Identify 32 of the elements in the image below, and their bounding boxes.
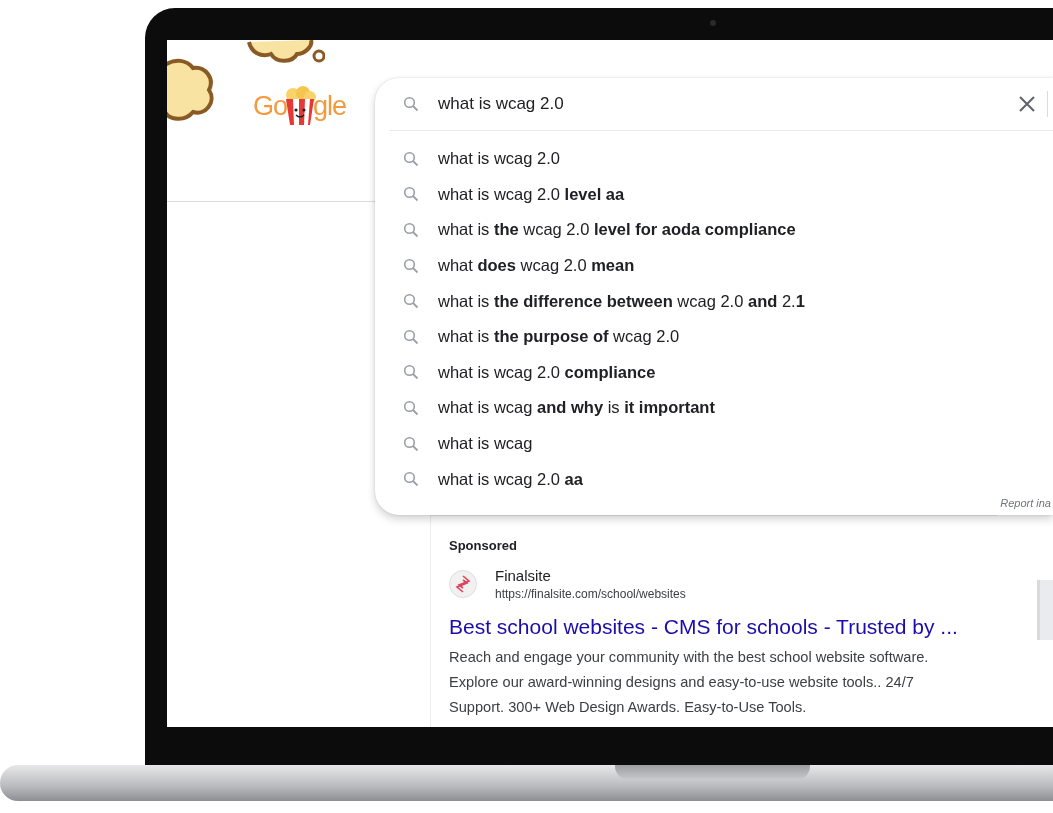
site-url[interactable]: https://finalsite.com/school/websites [495,587,686,601]
suggestion-item[interactable]: what is wcag 2.0 aa [438,469,583,489]
ad-description: Reach and engage your community with the best school website software. Explore our award-winning designs and easy-to-use website tools.. 24/7 Support. 300+ Web Design Awards. Easy-to-Use Tools. [449,648,930,717]
search-icon [403,150,419,167]
search-icon [403,435,419,452]
search-icon [403,186,419,203]
search-field[interactable]: what is wcag 2.0 [438,94,998,114]
sponsored-label: Sponsored [449,538,518,553]
search-icon [403,364,419,381]
search-icon [403,257,419,274]
suggestion-item[interactable]: what is the difference between wcag 2.0 and 2.1 [438,291,805,311]
suggestion-item[interactable]: what is the purpose of wcag 2.0 [438,327,680,347]
ad-title-link[interactable]: Best school websites - CMS for schools - Trusted by ... [449,615,998,639]
suggestion-item[interactable]: what is wcag 2.0 [438,149,560,169]
site-logo-icon [449,570,477,598]
close-icon[interactable] [1019,96,1035,112]
report-link[interactable]: Report ina [1000,497,1051,509]
search-icon [403,328,419,345]
suggestion-item[interactable]: what is wcag and why is it important [438,398,715,418]
camera-icon [710,20,716,26]
site-name: Finalsite [495,567,552,584]
search-icon [403,471,419,488]
search-icon [403,293,419,310]
search-icon [403,96,419,112]
search-icon [403,399,419,416]
search-icon [403,222,419,238]
suggestion-item[interactable]: what is wcag 2.0 compliance [438,362,656,382]
suggestion-item[interactable]: what is wcag 2.0 level aa [438,184,625,204]
suggestion-item[interactable]: what does wcag 2.0 mean [438,256,635,276]
thumbnail-image [1037,580,1053,640]
suggestion-item[interactable]: what is the wcag 2.0 level for aoda compliance [438,220,796,240]
suggestion-item[interactable]: what is wcag [438,434,533,454]
